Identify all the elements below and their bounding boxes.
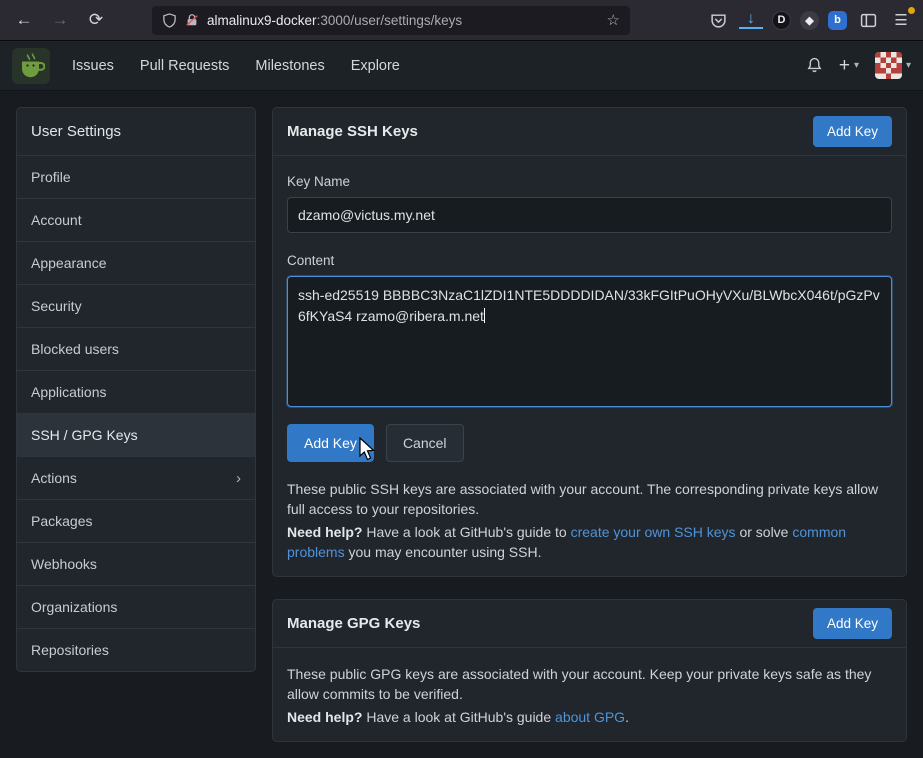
nav-item-pull-requests[interactable]: Pull Requests — [128, 50, 241, 82]
ssh-guide-link[interactable]: create your own SSH keys — [571, 524, 736, 540]
extension-blue-icon[interactable]: b — [828, 11, 847, 30]
gpg-add-key-toggle-button[interactable]: Add Key — [813, 608, 892, 639]
ssh-submit-add-key-button[interactable]: Add Key — [287, 424, 374, 462]
sidebar-item-label: Packages — [31, 513, 92, 529]
gpg-panel-title: Manage GPG Keys — [287, 615, 420, 632]
ssh-panel-title: Manage SSH Keys — [287, 123, 418, 140]
url-bar[interactable]: almalinux9-docker:3000/user/settings/key… — [152, 6, 630, 35]
sidebar-item-actions[interactable]: Actions › — [17, 457, 255, 500]
help-text-segment: or solve — [736, 524, 793, 540]
sidebars-icon[interactable] — [856, 8, 880, 32]
extension-d-icon[interactable]: D — [772, 11, 791, 30]
url-text: almalinux9-docker:3000/user/settings/key… — [207, 13, 599, 28]
downloads-icon[interactable]: ↓ — [739, 11, 763, 29]
need-help-label: Need help? — [287, 524, 362, 540]
chevron-right-icon: › — [236, 471, 241, 486]
chevron-down-icon: ▾ — [854, 60, 859, 71]
nav-item-explore[interactable]: Explore — [339, 50, 412, 82]
chevron-down-icon: ▾ — [906, 60, 911, 71]
user-menu-button[interactable]: ▾ — [875, 52, 911, 79]
help-text-segment: you may encounter using SSH. — [345, 544, 542, 560]
sidebar-item-profile[interactable]: Profile — [17, 156, 255, 199]
app-navbar: Issues Pull Requests Milestones Explore … — [0, 41, 923, 91]
shield-icon[interactable] — [162, 13, 177, 28]
notifications-bell-icon[interactable] — [806, 57, 823, 74]
key-content-text: ssh-ed25519 BBBBC3NzaC1lZDI1NTE5DDDDIDAN… — [298, 287, 880, 324]
sidebar-item-organizations[interactable]: Organizations — [17, 586, 255, 629]
ssh-add-key-toggle-button[interactable]: Add Key — [813, 116, 892, 147]
about-gpg-link[interactable]: about GPG — [555, 709, 625, 725]
sidebar-item-repositories[interactable]: Repositories — [17, 629, 255, 671]
url-host: almalinux9-docker — [207, 13, 317, 28]
gpg-keys-panel: Manage GPG Keys Add Key These public GPG… — [272, 599, 907, 742]
sidebar-item-label: Blocked users — [31, 341, 119, 357]
sidebar-item-account[interactable]: Account — [17, 199, 255, 242]
ssh-keys-panel: Manage SSH Keys Add Key Key Name Content… — [272, 107, 907, 577]
sidebar-item-label: Organizations — [31, 599, 117, 615]
extension-generic-icon[interactable]: ◆ — [800, 11, 819, 30]
help-text-segment: . — [625, 709, 629, 725]
pocket-icon[interactable] — [706, 8, 730, 32]
ssh-description: These public SSH keys are associated wit… — [287, 479, 892, 520]
sidebar-item-label: Actions — [31, 470, 77, 486]
gitea-logo[interactable] — [12, 48, 50, 84]
gpg-description: These public GPG keys are associated wit… — [287, 664, 892, 705]
sidebar-item-label: Account — [31, 212, 82, 228]
create-new-button[interactable]: + ▾ — [839, 56, 859, 75]
sidebar-item-applications[interactable]: Applications — [17, 371, 255, 414]
key-name-label: Key Name — [287, 174, 892, 189]
sidebar-item-label: Profile — [31, 169, 71, 185]
gpg-panel-header: Manage GPG Keys Add Key — [273, 600, 906, 648]
plus-icon: + — [839, 56, 850, 75]
sidebar-item-label: SSH / GPG Keys — [31, 427, 138, 443]
sidebar-item-label: Webhooks — [31, 556, 97, 572]
gpg-panel-body: These public GPG keys are associated wit… — [273, 648, 906, 741]
page: User Settings Profile Account Appearance… — [0, 91, 923, 734]
sidebar-item-label: Applications — [31, 384, 107, 400]
bookmark-star-icon[interactable]: ☆ — [607, 11, 620, 29]
sidebar-item-label: Security — [31, 298, 82, 314]
sidebar-title: User Settings — [17, 108, 255, 156]
settings-sidebar: User Settings Profile Account Appearance… — [16, 107, 256, 672]
url-path: :3000/user/settings/keys — [317, 13, 463, 28]
ssh-panel-header: Manage SSH Keys Add Key — [273, 108, 906, 156]
settings-content: User Settings Profile Account Appearance… — [0, 91, 923, 758]
ssh-help-text: Need help? Have a look at GitHub's guide… — [287, 522, 892, 563]
help-text-segment: Have a look at GitHub's guide to — [362, 524, 570, 540]
ssh-cancel-button[interactable]: Cancel — [386, 424, 464, 462]
sidebar-item-appearance[interactable]: Appearance — [17, 242, 255, 285]
navbar-right: + ▾ ▾ — [806, 52, 911, 79]
hamburger-glyph: ☰ — [894, 11, 907, 29]
sidebar-item-label: Appearance — [31, 255, 107, 271]
need-help-label: Need help? — [287, 709, 362, 725]
text-caret — [484, 308, 485, 323]
sidebar-item-webhooks[interactable]: Webhooks — [17, 543, 255, 586]
hamburger-menu-icon[interactable]: ☰ — [889, 8, 913, 32]
update-badge-dot — [908, 7, 915, 14]
help-text-segment: Have a look at GitHub's guide — [362, 709, 555, 725]
sidebar-item-blocked-users[interactable]: Blocked users — [17, 328, 255, 371]
back-button[interactable]: ← — [10, 6, 38, 34]
gpg-help-text: Need help? Have a look at GitHub's guide… — [287, 707, 892, 727]
forward-button[interactable]: → — [46, 6, 74, 34]
key-content-textarea[interactable]: ssh-ed25519 BBBBC3NzaC1lZDI1NTE5DDDDIDAN… — [287, 276, 892, 407]
key-name-input[interactable] — [287, 197, 892, 233]
browser-toolbar: ← → ⟳ almalinux9-docker:3000/user/settin… — [0, 0, 923, 41]
avatar — [875, 52, 902, 79]
form-buttons: Add Key Cancel — [287, 424, 892, 462]
browser-right-icons: ↓ D ◆ b ☰ — [706, 8, 913, 32]
lock-icon[interactable] — [185, 13, 199, 27]
sidebar-item-packages[interactable]: Packages — [17, 500, 255, 543]
sidebar-item-label: Repositories — [31, 642, 109, 658]
settings-main: Manage SSH Keys Add Key Key Name Content… — [272, 107, 907, 742]
sidebar-item-ssh-gpg-keys[interactable]: SSH / GPG Keys — [17, 414, 255, 457]
key-content-label: Content — [287, 253, 892, 268]
refresh-button[interactable]: ⟳ — [82, 6, 110, 34]
sidebar-item-security[interactable]: Security — [17, 285, 255, 328]
nav-item-milestones[interactable]: Milestones — [243, 50, 336, 82]
ssh-panel-body: Key Name Content ssh-ed25519 BBBBC3NzaC1… — [273, 156, 906, 576]
nav-item-issues[interactable]: Issues — [60, 50, 126, 82]
